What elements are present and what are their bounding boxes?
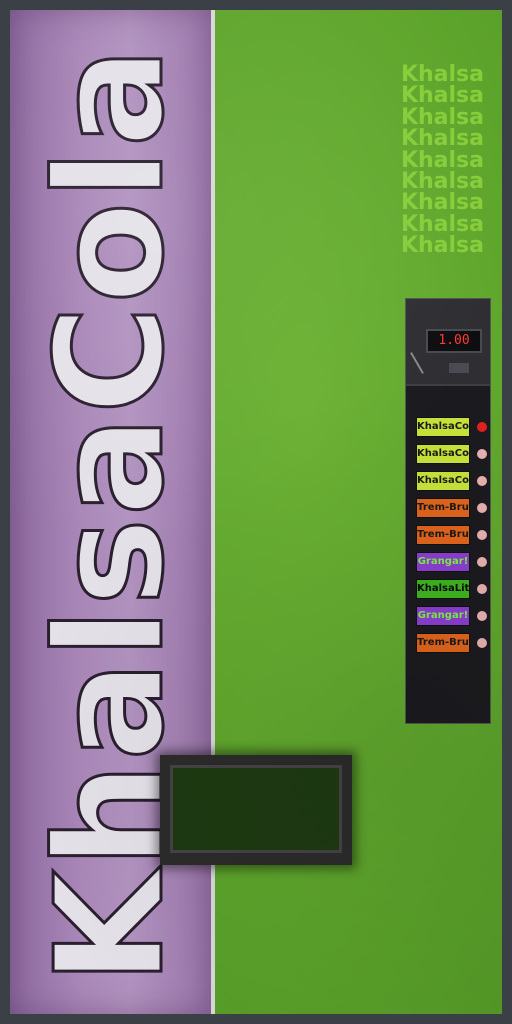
selection-button[interactable]: KhalsaCola (416, 444, 470, 464)
machine-face: KhalsaCola Khalsa Khalsa Khalsa Khalsa K… (10, 10, 502, 1014)
selection-led (477, 530, 487, 540)
khalsa-text: Khalsa (400, 126, 484, 152)
price-display: 1.00 (426, 329, 482, 353)
repeated-brand-text: Khalsa Khalsa Khalsa Khalsa Khalsa Khals… (400, 62, 484, 259)
khalsa-text: Khalsa (400, 104, 484, 130)
selection-button[interactable]: KhalsaCola (416, 471, 470, 491)
khalsa-text: Khalsa (400, 62, 484, 87)
selection-led (477, 422, 487, 432)
selection-led (477, 503, 487, 513)
coin-slot[interactable] (449, 363, 469, 373)
selection-led (477, 638, 487, 648)
khalsa-text: Khalsa (400, 233, 484, 259)
payment-area: 1.00 (406, 299, 490, 386)
selection-button[interactable]: Trem-Bru (416, 498, 470, 518)
khalsa-text: Khalsa (400, 211, 484, 237)
selection-led (477, 611, 487, 621)
selection-led (477, 449, 487, 459)
khalsa-text: Khalsa (400, 190, 484, 216)
coin-return-lever[interactable] (410, 352, 424, 374)
selection-button[interactable]: Grangar! (416, 552, 470, 572)
selection-button[interactable]: Trem-Bru (416, 633, 470, 653)
selection-led (477, 584, 487, 594)
selection-led (477, 557, 487, 567)
selection-button[interactable]: Grangar! (416, 606, 470, 626)
selection-button[interactable]: KhalsaCola (416, 417, 470, 437)
control-panel: 1.00 KhalsaCola KhalsaCola KhalsaCola Trem-… (405, 298, 491, 724)
dispenser-flap[interactable] (170, 765, 342, 853)
vending-machine: KhalsaCola Khalsa Khalsa Khalsa Khalsa K… (0, 0, 512, 1024)
selection-button[interactable]: Trem-Bru (416, 525, 470, 545)
khalsa-text: Khalsa (400, 83, 484, 109)
selection-led (477, 476, 487, 486)
khalsa-text: Khalsa (400, 169, 484, 195)
dispenser-slot[interactable] (160, 755, 352, 865)
selection-button[interactable]: KhalsaLite (416, 579, 470, 599)
khalsa-text: Khalsa (400, 147, 484, 173)
